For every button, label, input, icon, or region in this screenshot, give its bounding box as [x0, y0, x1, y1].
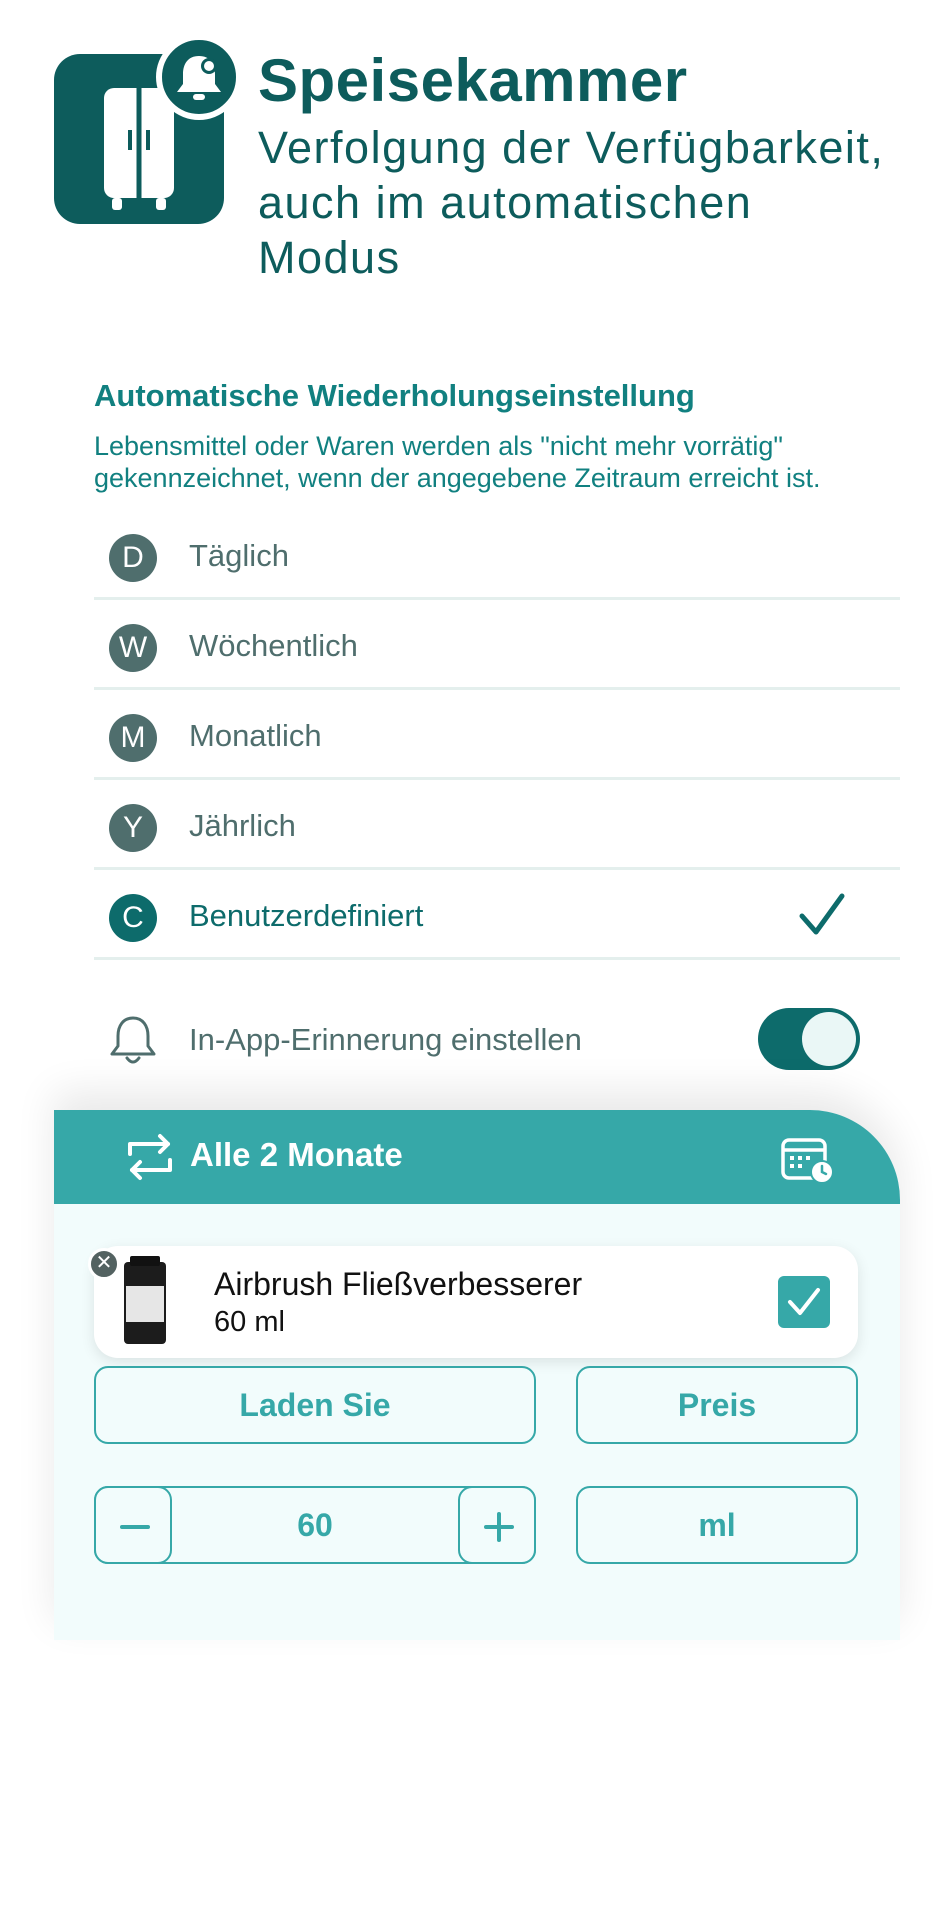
price-field[interactable]: Preis — [576, 1366, 858, 1444]
remove-item-button[interactable]: ✕ — [88, 1248, 120, 1280]
option-custom[interactable]: C Benutzerdefiniert — [94, 870, 900, 960]
option-monthly[interactable]: M Monatlich — [94, 690, 900, 780]
reminder-toggle[interactable] — [758, 1008, 860, 1070]
plus-icon — [484, 1512, 514, 1542]
amount-value[interactable]: 60 — [297, 1507, 333, 1543]
bell-icon — [177, 56, 221, 100]
increment-button[interactable] — [458, 1486, 536, 1564]
section-description: Lebensmittel oder Waren werden als "nich… — [94, 431, 821, 493]
option-letter-badge: W — [109, 624, 157, 672]
section-title: Automatische Wiederholungseinstellung — [94, 378, 695, 413]
checkmark-icon — [788, 1288, 820, 1315]
option-yearly[interactable]: Y Jährlich — [94, 780, 900, 870]
product-thumbnail-cap — [130, 1256, 160, 1266]
product-thumbnail-label — [126, 1286, 164, 1322]
option-letter-badge: Y — [109, 804, 157, 852]
bell-icon — [110, 1016, 156, 1064]
card-header: Alle 2 Monate — [54, 1110, 900, 1204]
product-item[interactable]: ✕ Airbrush Fließverbesserer 60 ml — [88, 1246, 858, 1358]
unit-field[interactable]: ml — [576, 1486, 858, 1564]
amount-stepper: 60 — [94, 1486, 536, 1564]
schedule-card: Alle 2 Monate ✕ Airbrush Fließverbessere… — [54, 1110, 900, 1640]
interval-label: Alle 2 Monate — [190, 1136, 403, 1173]
option-label: Monatlich — [189, 718, 322, 753]
option-label: Benutzerdefiniert — [189, 898, 424, 933]
calendar-clock-icon[interactable] — [780, 1134, 836, 1186]
repeat-icon — [128, 1134, 172, 1180]
option-label: Täglich — [189, 538, 289, 573]
option-letter-badge: C — [109, 894, 157, 942]
store-button[interactable]: Laden Sie — [94, 1366, 536, 1444]
reminder-label: In-App-Erinnerung einstellen — [189, 1022, 582, 1057]
minus-icon — [120, 1525, 150, 1529]
reminder-row: In-App-Erinnerung einstellen — [94, 1000, 900, 1080]
product-quantity: 60 ml — [214, 1306, 285, 1338]
option-letter-badge: M — [109, 714, 157, 762]
page-title: Speisekammer — [258, 47, 688, 114]
option-daily[interactable]: D Täglich — [94, 510, 900, 600]
product-name: Airbrush Fließverbesserer — [214, 1266, 583, 1302]
option-weekly[interactable]: W Wöchentlich — [94, 600, 900, 690]
option-letter-badge: D — [109, 534, 157, 582]
option-label: Wöchentlich — [189, 628, 358, 663]
toggle-knob — [802, 1012, 856, 1066]
option-label: Jährlich — [189, 808, 296, 843]
product-checkbox[interactable] — [778, 1276, 830, 1328]
page-subtitle: Verfolgung der Verfügbarkeit, auch im au… — [258, 122, 885, 283]
decrement-button[interactable] — [94, 1486, 172, 1564]
bell-badge — [156, 34, 242, 120]
checkmark-icon — [799, 893, 845, 935]
